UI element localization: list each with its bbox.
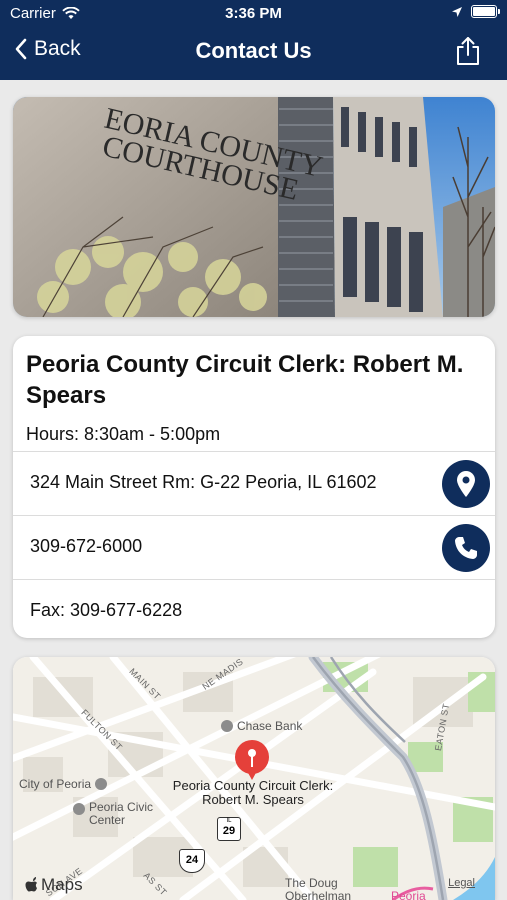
route-24-shield: 24 — [179, 849, 205, 873]
poi-city-of-peoria[interactable]: City of Peoria — [19, 777, 108, 791]
map-view[interactable]: MAIN ST NE MADIS FULTON ST EATON ST SON … — [13, 657, 495, 900]
navigation-bar: Carrier 3:36 PM Back Contact Us — [0, 0, 507, 80]
battery-icon — [471, 5, 500, 18]
map-pin-icon — [457, 471, 475, 497]
poi-peoria[interactable]: Peoria — [391, 889, 426, 900]
contact-card: Peoria County Circuit Clerk: Robert M. S… — [13, 336, 495, 638]
route-29-prefix: IL — [226, 818, 232, 824]
poi-civic-label: Peoria Civic Center — [89, 800, 154, 827]
phone-row[interactable]: 309-672-6000 — [13, 515, 495, 580]
share-icon[interactable] — [455, 36, 481, 66]
poi-doug-oberhelman[interactable]: The Doug Oberhelman — [285, 877, 375, 900]
call-button[interactable] — [442, 524, 490, 572]
bank-icon — [221, 720, 233, 732]
location-pin-icon[interactable] — [234, 739, 270, 781]
apple-logo-icon — [25, 877, 37, 892]
status-bar: Carrier 3:36 PM — [0, 0, 507, 28]
directions-button[interactable] — [442, 460, 490, 508]
civic-building-icon — [95, 778, 108, 790]
route-29-shield: IL 29 — [217, 817, 241, 841]
address-text: 324 Main Street Rm: G-22 Peoria, IL 6160… — [30, 472, 377, 492]
maps-logo-text: Maps — [41, 875, 83, 894]
location-arrow-icon — [452, 6, 462, 17]
courthouse-image: EORIA COUNTY COURTHOUSE — [13, 97, 495, 317]
venue-icon — [73, 803, 85, 815]
poi-chase-bank[interactable]: Chase Bank — [221, 719, 302, 733]
poi-peoria-civic-center[interactable]: Peoria Civic Center — [73, 801, 169, 827]
office-title: Peoria County Circuit Clerk: Robert M. S… — [26, 351, 464, 409]
pin-label: Peoria County Circuit Clerk: Robert M. S… — [172, 778, 334, 807]
page-title: Contact Us — [195, 38, 312, 63]
apple-maps-logo: Maps — [25, 875, 83, 895]
fax-row: Fax: 309-677-6228 — [13, 579, 495, 638]
poi-city-label: City of Peoria — [19, 777, 92, 791]
phone-text: 309-672-6000 — [30, 536, 143, 556]
clock: 3:36 PM — [225, 5, 282, 22]
phone-icon — [455, 537, 477, 559]
poi-chase-label: Chase Bank — [237, 719, 303, 733]
status-right — [451, 5, 500, 18]
fax-text: Fax: 309-677-6228 — [30, 600, 183, 620]
courthouse-photo: EORIA COUNTY COURTHOUSE — [13, 97, 495, 317]
route-29-number: 29 — [222, 825, 236, 837]
legal-link[interactable]: Legal — [448, 877, 475, 889]
address-row[interactable]: 324 Main Street Rm: G-22 Peoria, IL 6160… — [13, 451, 495, 516]
office-hours: Hours: 8:30am - 5:00pm — [26, 424, 221, 444]
